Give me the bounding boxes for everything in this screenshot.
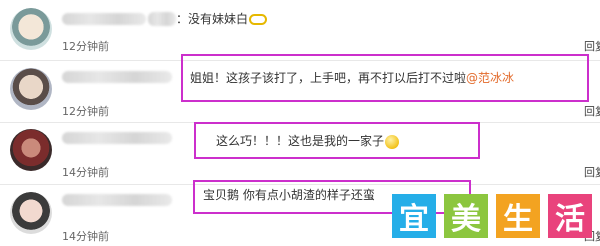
comment-text: ：没有妹妹白 [176, 12, 268, 26]
username-blurred[interactable] [62, 194, 172, 206]
username-blurred[interactable] [62, 13, 146, 25]
comment-text-body: 宝贝鹅 你有点小胡渣的样子还蛮 [203, 188, 375, 202]
timestamp: 14分钟前 [62, 230, 109, 243]
comment-text-body: 这么巧！！！这也是我的一家子 [216, 134, 385, 148]
username-blurred[interactable] [62, 132, 172, 144]
timestamp: 12分钟前 [62, 105, 109, 118]
avatar[interactable] [10, 8, 52, 50]
glasses-emoji-icon [249, 14, 268, 25]
avatar[interactable] [10, 68, 52, 110]
reply-link[interactable]: 回复 [584, 38, 600, 54]
smile-emoji-icon [385, 134, 400, 149]
comment-text: 姐姐！这孩子该打了，上手吧，再不打以后打不过啦@范冰冰 [190, 71, 514, 85]
comment-text: 这么巧！！！这也是我的一家子 [216, 134, 400, 149]
comment-text: 宝贝鹅 你有点小胡渣的样子还蛮 [203, 188, 393, 202]
avatar[interactable] [10, 129, 52, 171]
comment-item: 这么巧！！！这也是我的一家子 14分钟前 回复 [0, 122, 600, 182]
timestamp: 14分钟前 [62, 166, 109, 179]
reply-link[interactable]: 回复 [584, 164, 600, 180]
comment-item: ：没有妹妹白 12分钟前 回复 [0, 0, 600, 58]
avatar[interactable] [10, 192, 52, 234]
comment-text-body: 姐姐！这孩子该打了，上手吧，再不打以后打不过啦 [190, 71, 467, 85]
comment-text-body: ：没有妹妹白 [176, 12, 249, 26]
logo-char: 美 [444, 194, 488, 238]
timestamp: 12分钟前 [62, 40, 109, 53]
comment-item: 姐姐！这孩子该打了，上手吧，再不打以后打不过啦@范冰冰 12分钟前 回复 [0, 54, 600, 122]
reply-link[interactable]: 回复 [584, 103, 600, 119]
mention-link[interactable]: @范冰冰 [466, 71, 514, 85]
username-blurred[interactable] [62, 71, 172, 83]
user-badge-blurred [148, 12, 176, 26]
logo-char: 活 [548, 194, 592, 238]
watermark-logo: 宜 美 生 活 [392, 190, 592, 242]
logo-char: 宜 [392, 194, 436, 238]
logo-char: 生 [496, 194, 540, 238]
